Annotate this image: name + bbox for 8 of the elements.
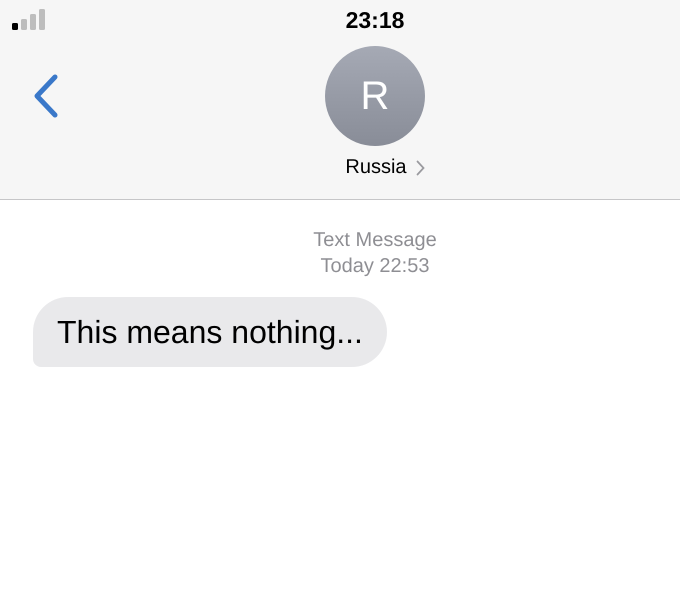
back-icon[interactable] (33, 74, 59, 118)
chevron-icon (416, 160, 425, 176)
contact-name[interactable]: Russia (345, 156, 407, 179)
signal-icon (12, 9, 46, 31)
message-service: Text Message (313, 228, 437, 253)
message-bubble: This means nothing... (33, 297, 387, 367)
message-timestamp: Today 22:53 (320, 254, 430, 279)
status-time: 23:18 (346, 6, 404, 34)
